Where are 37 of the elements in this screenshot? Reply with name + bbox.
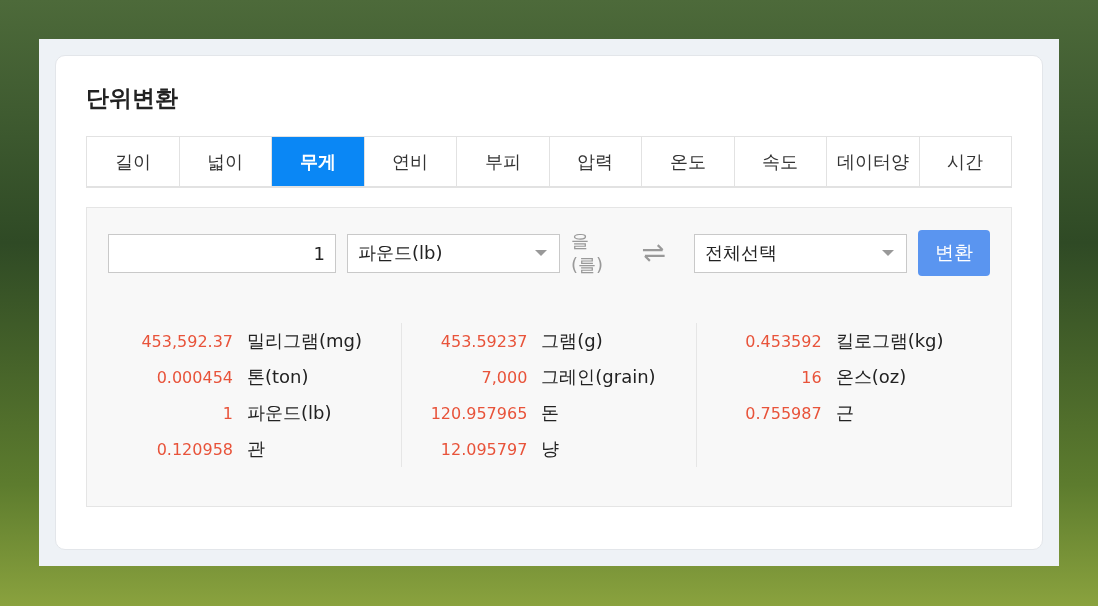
result-value: 0.120958 <box>155 439 234 459</box>
result-value: 0.453592 <box>744 331 823 351</box>
result-unit: 킬로그램(kg) <box>835 329 944 353</box>
result-value: 16 <box>800 367 823 387</box>
result-unit: 그램(g) <box>541 329 603 353</box>
tab[interactable]: 연비 <box>363 137 456 186</box>
tab[interactable]: 부피 <box>456 137 549 186</box>
particle-label: 을(를) <box>571 229 605 277</box>
result-value: 0.000454 <box>155 367 234 387</box>
result-unit: 관 <box>247 437 265 461</box>
result-unit: 밀리그램(mg) <box>247 329 362 353</box>
result-unit: 돈 <box>541 401 560 425</box>
result-value: 453,592.37 <box>140 331 234 351</box>
result-value: 120.957965 <box>429 403 529 423</box>
tab[interactable]: 길이 <box>87 137 179 186</box>
tab[interactable]: 압력 <box>548 137 641 186</box>
unit-select[interactable]: 파운드(lb) <box>347 233 561 273</box>
tab[interactable]: 온도 <box>641 137 734 186</box>
tab[interactable]: 속도 <box>733 137 826 186</box>
swap-arrows-icon <box>641 244 667 262</box>
result-value: 453.59237 <box>439 331 529 351</box>
page-title: 단위변환 <box>86 84 179 113</box>
tab[interactable]: 무게 <box>271 137 364 186</box>
result-value: 1 <box>221 403 234 423</box>
result-unit: 온스(oz) <box>835 365 907 389</box>
unit-select[interactable]: 전체선택 <box>693 233 907 273</box>
result-unit: 그레인(grain) <box>541 365 656 389</box>
tab[interactable]: 데이터양 <box>826 137 919 186</box>
result-value: 7,000 <box>480 367 529 387</box>
result-unit: 톤(ton) <box>247 365 309 389</box>
amount-input[interactable]: 1 <box>108 233 336 273</box>
result-value: 12.095797 <box>439 439 529 459</box>
result-unit: 냥 <box>541 437 560 461</box>
result-unit: 근 <box>835 401 854 425</box>
result-value: 0.755987 <box>744 403 823 423</box>
tab[interactable]: 시간 <box>918 137 1011 186</box>
result-unit: 파운드(lb) <box>247 401 332 425</box>
